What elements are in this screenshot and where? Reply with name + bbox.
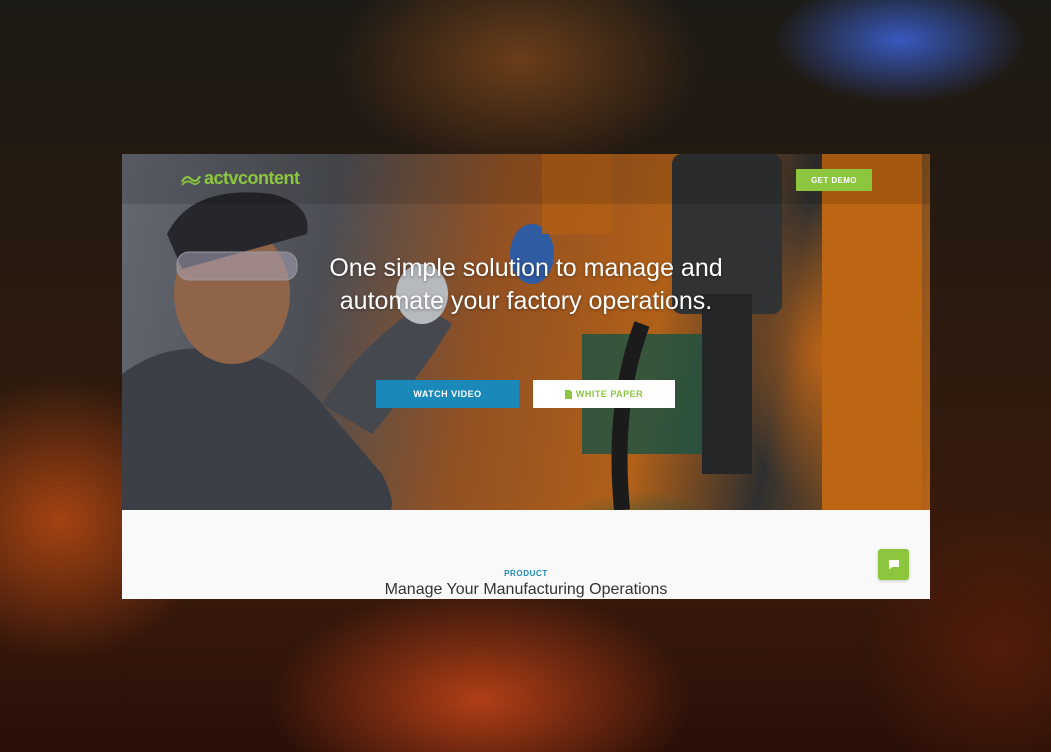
section-eyebrow: PRODUCT <box>504 569 548 578</box>
white-paper-button[interactable]: WHITE PAPER <box>533 380 675 408</box>
logo-text: actvcontent <box>204 168 300 188</box>
hero-headline-line1: One simple solution to manage and <box>329 254 723 282</box>
website-preview: actvcontent GET DEMO One simple solution… <box>122 154 930 599</box>
document-icon <box>564 389 572 399</box>
chat-button[interactable] <box>878 549 909 580</box>
section-title: Manage Your Manufacturing Operations <box>384 581 668 598</box>
product-section: PRODUCT Manage Your Manufacturing Operat… <box>122 510 930 599</box>
get-demo-button[interactable]: GET DEMO <box>796 169 872 191</box>
chat-bubble-icon <box>888 560 899 570</box>
site-logo[interactable]: actvcontent <box>180 168 300 189</box>
hero-headline-line2: automate your factory operations. <box>339 287 713 315</box>
hero-headline: One simple solution to manage and automa… <box>272 252 780 318</box>
hero-overlay <box>122 154 930 510</box>
watch-video-button[interactable]: WATCH VIDEO <box>376 380 519 408</box>
white-paper-label: WHITE PAPER <box>575 389 644 399</box>
logo-mark-icon <box>181 174 201 186</box>
hero-section: actvcontent GET DEMO One simple solution… <box>122 154 930 510</box>
